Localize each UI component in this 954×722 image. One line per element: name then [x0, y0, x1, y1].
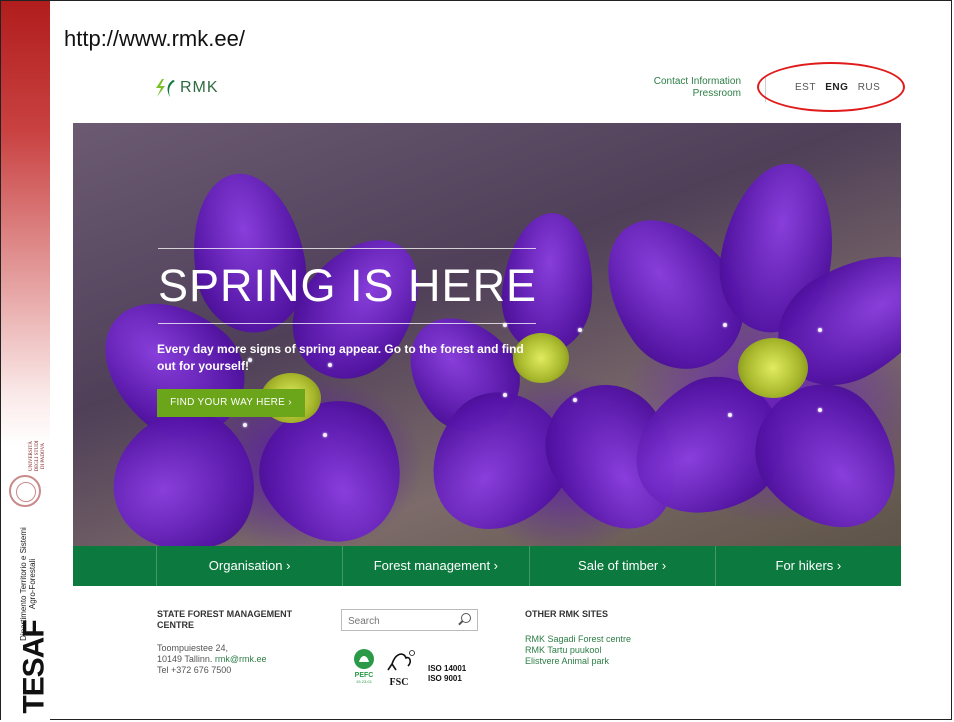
iso-14001: ISO 14001 — [428, 664, 467, 673]
flower-stamen — [578, 328, 582, 332]
flower-stamen — [723, 323, 727, 327]
iso-9001: ISO 9001 — [428, 674, 462, 683]
footer-org-name: STATE FOREST MANAGEMENT CENTRE — [157, 609, 293, 630]
hero-rule-bottom — [158, 323, 536, 324]
footer-address: Toompuiestee 24, 10149 Tallinn. rmk@rmk.… — [157, 643, 267, 676]
rmk-leaf-icon — [156, 79, 175, 97]
hero-text: Every day more signs of spring appear. G… — [157, 342, 524, 373]
flower-stamen — [573, 398, 577, 402]
tesaf-logo: TESAF — [17, 620, 51, 714]
main-nav: Organisation › Forest management › Sale … — [73, 546, 901, 586]
slide-url-caption: http://www.rmk.ee/ — [64, 26, 245, 51]
flower-stamen — [243, 423, 247, 427]
nav-item-for-hikers[interactable]: For hikers › — [714, 546, 901, 586]
other-sites-links: RMK Sagadi Forest centre RMK Tartu puuko… — [525, 634, 631, 667]
flower-stamen — [323, 433, 327, 437]
nav-item-organisation[interactable]: Organisation › — [156, 546, 342, 586]
contact-information-link[interactable]: Contact Information — [654, 76, 741, 88]
fsc-logo: FSC — [387, 650, 415, 688]
annotation-circle — [757, 62, 905, 112]
other-sites-title: OTHER RMK SITES — [525, 609, 609, 619]
pefc-label: PEFC — [355, 672, 374, 679]
pefc-code: 19-23-01 — [356, 679, 373, 684]
flower-center — [738, 338, 808, 398]
flower-stamen — [818, 408, 822, 412]
flower-stamen — [728, 413, 732, 417]
link-sagadi-forest-centre[interactable]: RMK Sagadi Forest centre — [525, 634, 631, 645]
fsc-label: FSC — [390, 677, 409, 688]
university-seal-icon — [9, 475, 41, 507]
hero-banner: SPRING IS HERE Every day more signs of s… — [73, 123, 901, 546]
search-box — [341, 609, 478, 631]
hero-rule-top — [158, 248, 536, 249]
flower-stamen — [503, 393, 507, 397]
link-elistvere-animal-park[interactable]: Elistvere Animal park — [525, 656, 631, 667]
nav-item-sale-of-timber[interactable]: Sale of timber › — [528, 546, 715, 586]
pressroom-link[interactable]: Pressroom — [654, 88, 741, 100]
top-links: Contact Information Pressroom — [654, 76, 741, 100]
rmk-logo[interactable]: RMK — [154, 78, 219, 98]
address-line-1: Toompuiestee 24, — [157, 643, 229, 653]
search-icon[interactable] — [461, 613, 471, 623]
email-link[interactable]: rmk@rmk.ee — [215, 654, 267, 664]
rmk-logo-text: RMK — [180, 79, 219, 96]
hero-title: SPRING IS HERE — [158, 260, 538, 311]
flower-stamen — [818, 328, 822, 332]
iso-certifications: ISO 14001 ISO 9001 — [428, 664, 466, 684]
pefc-logo: PEFC 19-23-01 — [354, 649, 374, 684]
phone: Tel +372 676 7500 — [157, 665, 232, 675]
nav-item-forest-management[interactable]: Forest management › — [342, 546, 528, 586]
search-input[interactable] — [346, 611, 455, 631]
find-your-way-button[interactable]: FIND YOUR WAY HERE › — [157, 389, 305, 417]
link-tartu-puukool[interactable]: RMK Tartu puukool — [525, 645, 631, 656]
address-line-2: 10149 Tallinn. — [157, 654, 215, 664]
